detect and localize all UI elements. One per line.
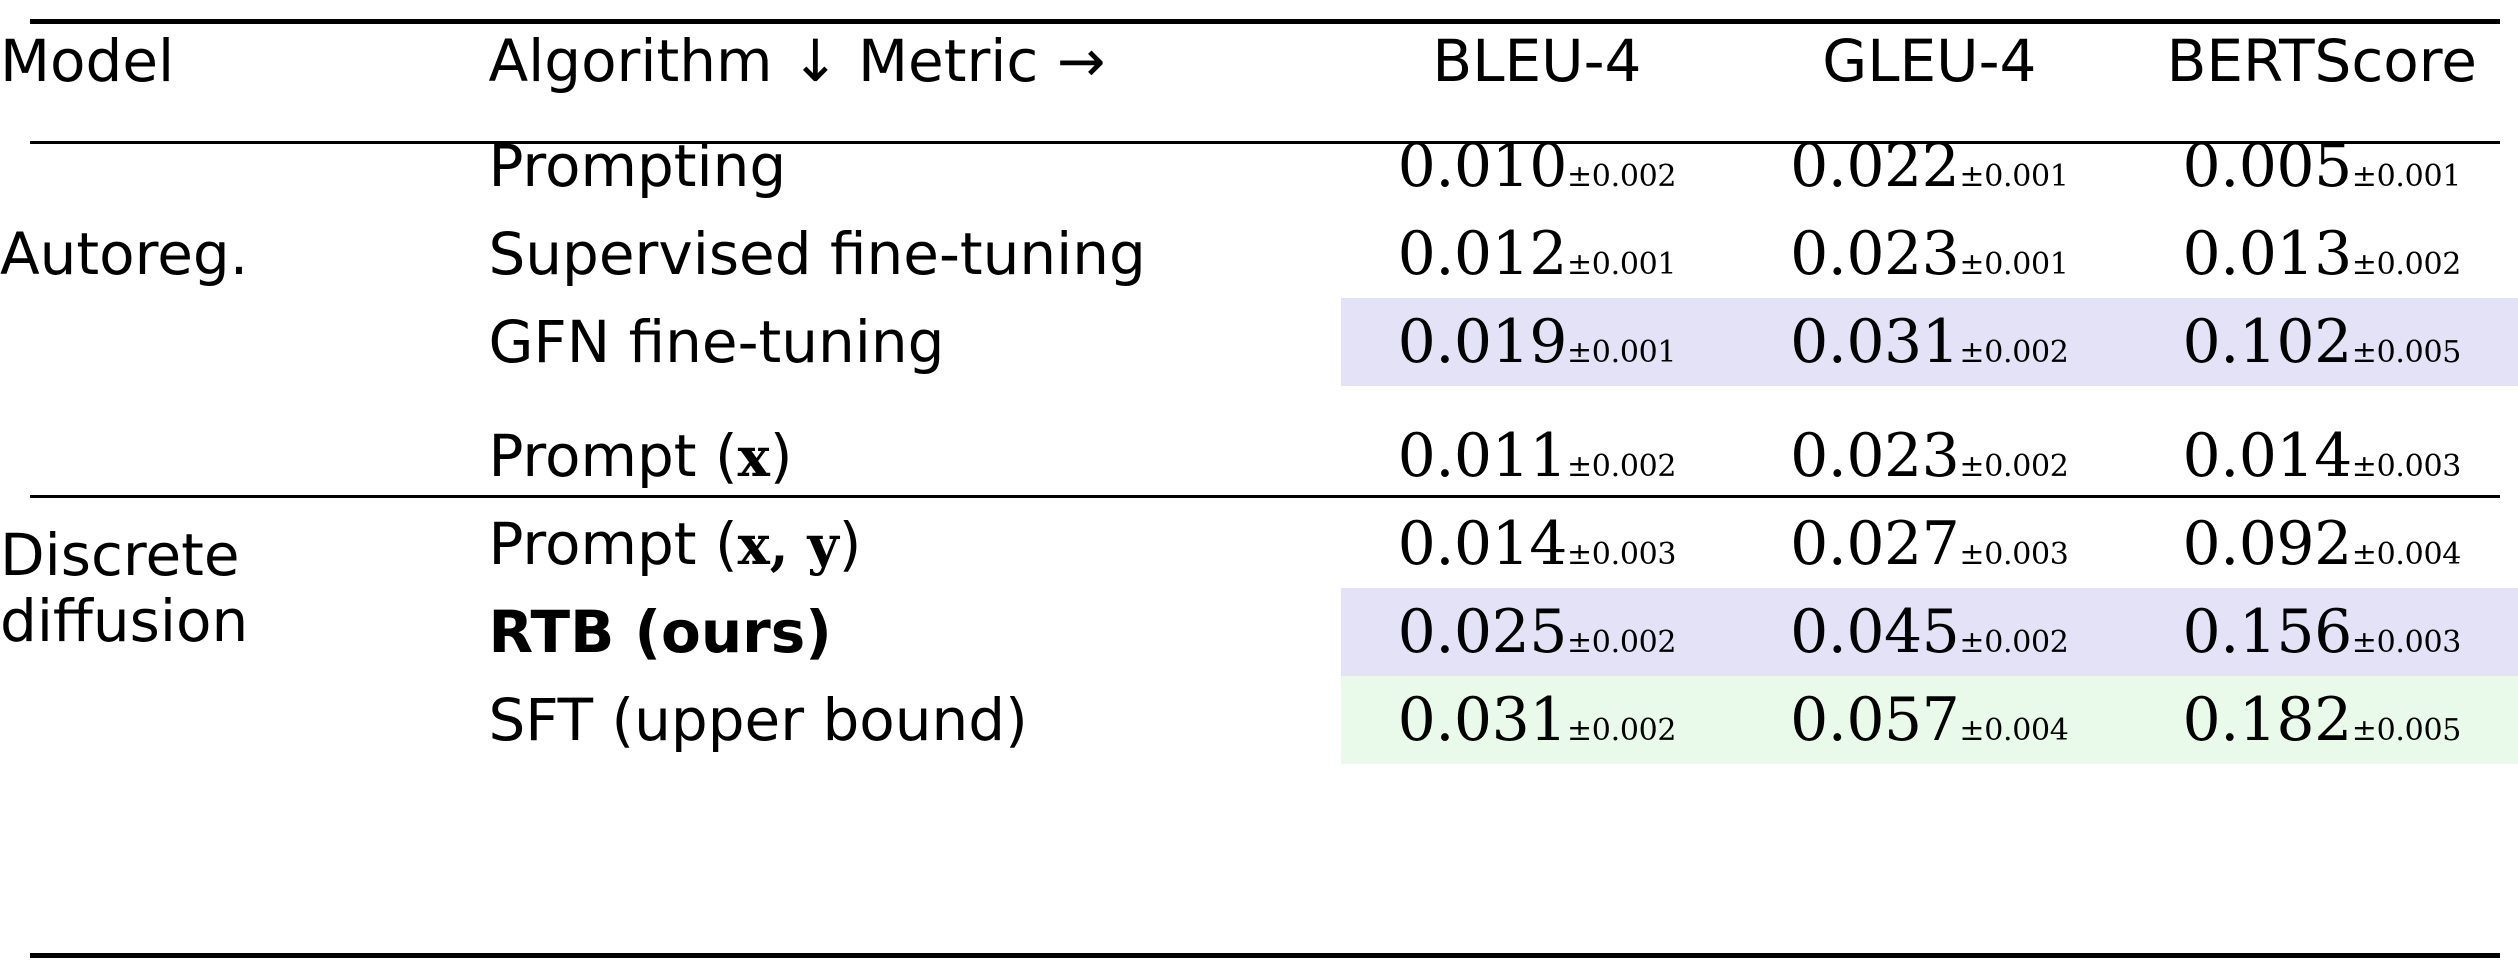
group-label-autoreg: Autoreg. (0, 219, 249, 288)
algorithm-label-gfn-fine-tuning: GFN fine-tuning (488, 308, 945, 376)
bottom-rule (30, 953, 2500, 958)
column-header-algorithm: Algorithm ↓ Metric → (488, 27, 1106, 95)
value-error: ±0.003 (2351, 625, 2462, 660)
algorithm-label-prompt-x-y: Prompt (x, y) (488, 500, 1340, 588)
group-label-line2: diffusion (0, 587, 249, 655)
value-error: ±0.002 (1959, 335, 2069, 370)
results-table: Model Algorithm ↓ Metric → BLEU-4 GLEU-4… (0, 0, 2518, 970)
value-error: ±0.004 (2351, 537, 2462, 572)
value-mean: 0.012 (1397, 219, 1568, 289)
value-error: ±0.002 (1566, 625, 1677, 660)
value-mean: 0.031 (1397, 685, 1568, 755)
value-bleu4: 0.011±0.002 (1341, 412, 1733, 500)
value-bertscore: 0.013±0.002 (2126, 210, 2518, 298)
algorithm-label-sft-upper-bound: SFT (upper bound) (488, 686, 1028, 754)
value-error: ±0.003 (2351, 449, 2462, 484)
value-mean: 0.010 (1397, 131, 1568, 201)
column-header-model: Model (0, 27, 175, 95)
group-separator-spacer (0, 386, 2518, 412)
spacer-cell (0, 386, 2518, 412)
value-bleu4: 0.010±0.002 (1341, 122, 1733, 210)
value-mean: 0.027 (1790, 509, 1960, 579)
value-bertscore: 0.102±0.005 (2125, 298, 2518, 386)
value-bleu4: 0.014±0.003 (1341, 500, 1733, 588)
value-mean: 0.057 (1790, 685, 1960, 755)
value-bleu4: 0.031±0.002 (1340, 676, 1734, 764)
value-mean: 0.156 (2182, 597, 2353, 667)
column-header-gleu4: GLEU-4 (1822, 27, 2037, 95)
algorithm-suffix: ) (838, 510, 862, 578)
algorithm-variable: x (737, 425, 770, 489)
column-header-bleu4: BLEU-4 (1432, 27, 1642, 95)
value-error: ±0.004 (1959, 713, 2069, 748)
value-error: ±0.001 (1959, 159, 2069, 194)
algorithm-label-prompting: Prompting (488, 132, 787, 200)
value-error: ±0.002 (1959, 449, 2069, 484)
value-gleu4: 0.023±0.002 (1733, 412, 2125, 500)
value-error: ±0.002 (1566, 159, 1677, 194)
value-bertscore: 0.014±0.003 (2126, 412, 2518, 500)
value-bertscore: 0.182±0.005 (2125, 676, 2518, 764)
table-row: Autoreg. Prompting 0.010±0.002 0.022±0.0… (0, 122, 2518, 287)
value-mean: 0.013 (2182, 219, 2353, 289)
value-gleu4: 0.022±0.001 (1733, 122, 2125, 210)
value-bleu4: 0.012±0.001 (1341, 210, 1733, 298)
algorithm-label-rtb-ours: RTB (ours) (488, 598, 832, 666)
value-gleu4: 0.057±0.004 (1733, 676, 2126, 764)
value-mean: 0.023 (1790, 421, 1960, 491)
value-error: ±0.003 (1959, 537, 2069, 572)
value-error: ±0.001 (1566, 335, 1677, 370)
value-mean: 0.022 (1790, 131, 1960, 201)
value-mean: 0.014 (1397, 509, 1568, 579)
value-gleu4: 0.031±0.002 (1733, 298, 2126, 386)
group-label-discrete-diffusion: Discrete diffusion (0, 412, 488, 764)
table-body: Autoreg. Prompting 0.010±0.002 0.022±0.0… (0, 122, 2518, 764)
value-error: ±0.002 (1566, 449, 1677, 484)
algorithm-suffix: ) (769, 422, 793, 490)
algorithm-prefix: Prompt ( (488, 510, 738, 578)
table-header: Model Algorithm ↓ Metric → BLEU-4 GLEU-4… (0, 0, 2518, 122)
value-mean: 0.102 (2182, 307, 2353, 377)
value-bertscore: 0.005±0.001 (2126, 122, 2518, 210)
value-error: ±0.002 (1959, 625, 2069, 660)
value-gleu4: 0.023±0.001 (1733, 210, 2125, 298)
algorithm-variable: x, y (737, 513, 839, 577)
value-bertscore: 0.156±0.003 (2125, 588, 2518, 676)
value-gleu4: 0.027±0.003 (1733, 500, 2125, 588)
value-error: ±0.001 (1959, 247, 2069, 282)
value-error: ±0.003 (1566, 537, 1677, 572)
value-gleu4: 0.045±0.002 (1733, 588, 2126, 676)
value-error: ±0.002 (2351, 247, 2462, 282)
value-bertscore: 0.092±0.004 (2126, 500, 2518, 588)
value-mean: 0.014 (2182, 421, 2353, 491)
value-mean: 0.019 (1397, 307, 1568, 377)
table-row: Discrete diffusion Prompt (x) 0.011±0.002… (0, 412, 2518, 654)
column-header-bertscore: BERTScore (2166, 27, 2477, 95)
algorithm-label-supervised-fine-tuning: Supervised fine-tuning (488, 220, 1146, 288)
value-mean: 0.092 (2182, 509, 2353, 579)
value-mean: 0.025 (1397, 597, 1568, 667)
value-error: ±0.001 (1566, 247, 1677, 282)
value-bleu4: 0.019±0.001 (1340, 298, 1734, 386)
value-mean: 0.011 (1397, 421, 1568, 491)
header-row: Model Algorithm ↓ Metric → BLEU-4 GLEU-4… (0, 0, 2518, 122)
value-mean: 0.031 (1790, 307, 1960, 377)
value-mean: 0.182 (2182, 685, 2353, 755)
value-error: ±0.002 (1566, 713, 1677, 748)
value-mean: 0.005 (2182, 131, 2353, 201)
value-error: ±0.005 (2351, 335, 2462, 370)
table-grid: Model Algorithm ↓ Metric → BLEU-4 GLEU-4… (0, 0, 2518, 764)
value-error: ±0.005 (2351, 713, 2462, 748)
value-mean: 0.045 (1790, 597, 1960, 667)
value-mean: 0.023 (1790, 219, 1960, 289)
group-label-line1: Discrete (0, 520, 240, 589)
value-error: ±0.001 (2351, 159, 2462, 194)
algorithm-label-prompt-x: Prompt (x) (488, 412, 1340, 500)
value-bleu4: 0.025±0.002 (1340, 588, 1734, 676)
algorithm-prefix: Prompt ( (488, 422, 738, 490)
